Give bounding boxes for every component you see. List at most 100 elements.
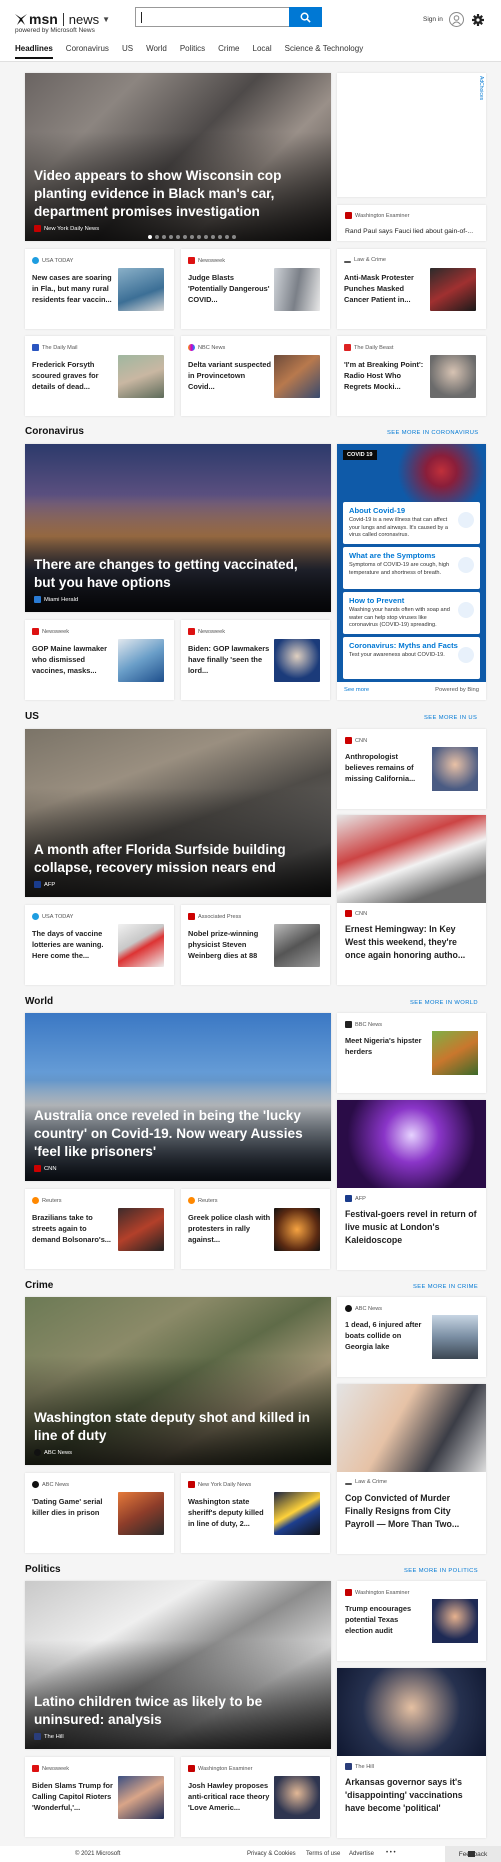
carousel-dot[interactable] <box>162 235 166 239</box>
headline-title[interactable]: Meet Nigeria's hipster herders <box>345 1035 424 1057</box>
headline-title[interactable]: Nobel prize-winning physicist Steven Wei… <box>188 928 272 961</box>
covid-item-title[interactable]: Coronavirus: Myths and Facts <box>349 641 458 650</box>
headline-title[interactable]: The days of vaccine lotteries are waning… <box>32 928 116 961</box>
carousel-dot[interactable] <box>197 235 201 239</box>
headline-title[interactable]: Brazilians take to streets again to dema… <box>32 1212 116 1245</box>
tab-science-technology[interactable]: Science & Technology <box>285 44 364 59</box>
section-title-world[interactable]: World <box>25 996 53 1007</box>
side-news-card[interactable]: CNN Anthropologist believes remains of m… <box>337 729 486 809</box>
headline-title[interactable]: Judge Blasts 'Potentially Dangerous' COV… <box>188 272 272 305</box>
side-news-tall-card[interactable]: Law & Crime Cop Convicted of Murder Fina… <box>337 1384 486 1554</box>
headline-title[interactable]: Delta variant suspected in Provincetown … <box>188 359 272 392</box>
hero-title[interactable]: Video appears to show Wisconsin cop plan… <box>34 167 311 221</box>
carousel-dot[interactable] <box>155 235 159 239</box>
footer-link-privacy[interactable]: Privacy & Cookies <box>247 1851 296 1857</box>
headline-title[interactable]: Festival-goers revel in return of live m… <box>345 1208 478 1247</box>
covid-see-more-link[interactable]: See more <box>344 687 369 693</box>
see-more-coronavirus[interactable]: SEE MORE IN CORONAVIRUS <box>387 430 479 436</box>
gear-icon[interactable] <box>471 13 485 27</box>
covid-item-title[interactable]: What are the Symptoms <box>349 551 436 560</box>
covid-item-about[interactable]: About Covid-19 Covid-19 is a new illness… <box>343 502 480 544</box>
carousel-dot[interactable] <box>190 235 194 239</box>
headline-title[interactable]: 'I'm at Breaking Point': Radio Host Who … <box>344 359 428 392</box>
headline-title[interactable]: Anthropologist believes remains of missi… <box>345 751 424 784</box>
news-card[interactable]: The Daily Mail Frederick Forsyth scoured… <box>25 336 174 416</box>
headline-title[interactable]: Arkansas governor says it's 'disappointi… <box>345 1776 478 1815</box>
see-more-us[interactable]: SEE MORE IN US <box>424 715 477 721</box>
politics-hero-card[interactable]: Latino children twice as likely to be un… <box>25 1581 331 1749</box>
tab-politics[interactable]: Politics <box>180 44 205 59</box>
news-card[interactable]: Newsweek Biden: GOP lawmakers have final… <box>181 620 330 700</box>
side-news-tall-card[interactable]: The Hill Arkansas governor says it's 'di… <box>337 1668 486 1838</box>
coronavirus-hero-card[interactable]: There are changes to getting vaccinated,… <box>25 444 331 612</box>
headline-title[interactable]: Rand Paul says Fauci lied about gain-of-… <box>345 225 478 238</box>
carousel-dot[interactable] <box>148 235 152 239</box>
news-card[interactable]: USA TODAY The days of vaccine lotteries … <box>25 905 174 985</box>
feedback-button[interactable]: Feedback <box>445 1846 501 1862</box>
footer-link-advertise[interactable]: Advertise <box>349 1851 374 1857</box>
headline-title[interactable]: 'Dating Game' serial killer dies in pris… <box>32 1496 116 1518</box>
tab-headlines[interactable]: Headlines <box>15 44 53 59</box>
hero-title[interactable]: Washington state deputy shot and killed … <box>34 1409 311 1445</box>
carousel-dot[interactable] <box>169 235 173 239</box>
hero-title[interactable]: A month after Florida Surfside building … <box>34 841 311 877</box>
footer-more-menu[interactable]: • • • <box>386 1850 396 1856</box>
headline-title[interactable]: Trump encourages potential Texas electio… <box>345 1603 424 1636</box>
carousel-dot[interactable] <box>232 235 236 239</box>
crime-hero-card[interactable]: Washington state deputy shot and killed … <box>25 1297 331 1465</box>
news-card[interactable]: Law & Crime Anti-Mask Protester Punches … <box>337 249 486 329</box>
carousel-dot[interactable] <box>183 235 187 239</box>
msn-logo[interactable]: msn news ▼ <box>14 9 110 29</box>
news-card[interactable]: ABC News 'Dating Game' serial killer die… <box>25 1473 174 1553</box>
headline-title[interactable]: Washington state sheriff's deputy killed… <box>188 1496 272 1529</box>
chevron-down-icon[interactable]: ▼ <box>102 15 110 24</box>
section-title-crime[interactable]: Crime <box>25 1280 53 1291</box>
carousel-dot[interactable] <box>211 235 215 239</box>
headline-title[interactable]: Biden Slams Trump for Calling Capitol Ri… <box>32 1780 116 1813</box>
news-card[interactable]: Associated Press Nobel prize-winning phy… <box>181 905 330 985</box>
carousel-dot[interactable] <box>225 235 229 239</box>
headline-title[interactable]: New cases are soaring in Fla., but many … <box>32 272 116 305</box>
headline-title[interactable]: Cop Convicted of Murder Finally Resigns … <box>345 1492 478 1531</box>
headline-title[interactable]: GOP Maine lawmaker who dismissed vaccine… <box>32 643 116 676</box>
ad-card[interactable]: AdChoices <box>337 73 486 197</box>
us-hero-card[interactable]: A month after Florida Surfside building … <box>25 729 331 897</box>
headline-title[interactable]: 1 dead, 6 injured after boats collide on… <box>345 1319 424 1352</box>
covid-item-prevent[interactable]: How to Prevent Washing your hands often … <box>343 592 480 634</box>
covid-item-title[interactable]: About Covid-19 <box>349 506 405 515</box>
carousel-dots[interactable] <box>148 235 236 239</box>
carousel-dot[interactable] <box>218 235 222 239</box>
news-card[interactable]: Reuters Greek police clash with proteste… <box>181 1189 330 1269</box>
headline-title[interactable]: Josh Hawley proposes anti-critical race … <box>188 1780 272 1813</box>
tab-coronavirus[interactable]: Coronavirus <box>66 44 109 59</box>
hero-title[interactable]: Australia once reveled in being the 'luc… <box>34 1107 311 1161</box>
hero-title[interactable]: Latino children twice as likely to be un… <box>34 1693 311 1729</box>
sign-in-link[interactable]: Sign in <box>423 16 443 23</box>
covid-item-symptoms[interactable]: What are the Symptoms Symptoms of COVID-… <box>343 547 480 589</box>
ad-choices-label[interactable]: AdChoices <box>478 76 484 100</box>
news-card[interactable]: Newsweek Judge Blasts 'Potentially Dange… <box>181 249 330 329</box>
headline-title[interactable]: Biden: GOP lawmakers have finally 'seen … <box>188 643 272 676</box>
tab-crime[interactable]: Crime <box>218 44 239 59</box>
hero-title[interactable]: There are changes to getting vaccinated,… <box>34 556 311 592</box>
news-card[interactable]: Reuters Brazilians take to streets again… <box>25 1189 174 1269</box>
news-card[interactable]: Newsweek GOP Maine lawmaker who dismisse… <box>25 620 174 700</box>
side-news-tall-card[interactable]: AFP Festival-goers revel in return of li… <box>337 1100 486 1270</box>
carousel-dot[interactable] <box>204 235 208 239</box>
covid-item-title[interactable]: How to Prevent <box>349 596 404 605</box>
carousel-dot[interactable] <box>176 235 180 239</box>
news-card[interactable]: USA TODAY New cases are soaring in Fla.,… <box>25 249 174 329</box>
news-card[interactable]: NBC News Delta variant suspected in Prov… <box>181 336 330 416</box>
section-title-politics[interactable]: Politics <box>25 1564 61 1575</box>
tab-us[interactable]: US <box>122 44 133 59</box>
search-button[interactable] <box>289 7 322 27</box>
headline-hero-card[interactable]: Video appears to show Wisconsin cop plan… <box>25 73 331 241</box>
side-news-card[interactable]: Washington Examiner Trump encourages pot… <box>337 1581 486 1661</box>
side-news-card[interactable]: BBC News Meet Nigeria's hipster herders <box>337 1013 486 1093</box>
headline-title[interactable]: Ernest Hemingway: In Key West this weeke… <box>345 923 478 962</box>
side-headline-card[interactable]: Washington Examiner Rand Paul says Fauci… <box>337 205 486 241</box>
side-news-card[interactable]: ABC News 1 dead, 6 injured after boats c… <box>337 1297 486 1377</box>
see-more-world[interactable]: SEE MORE IN WORLD <box>410 1000 478 1006</box>
covid-item-myths[interactable]: Coronavirus: Myths and Facts Test your a… <box>343 637 480 679</box>
headline-title[interactable]: Greek police clash with protesters in ra… <box>188 1212 272 1245</box>
